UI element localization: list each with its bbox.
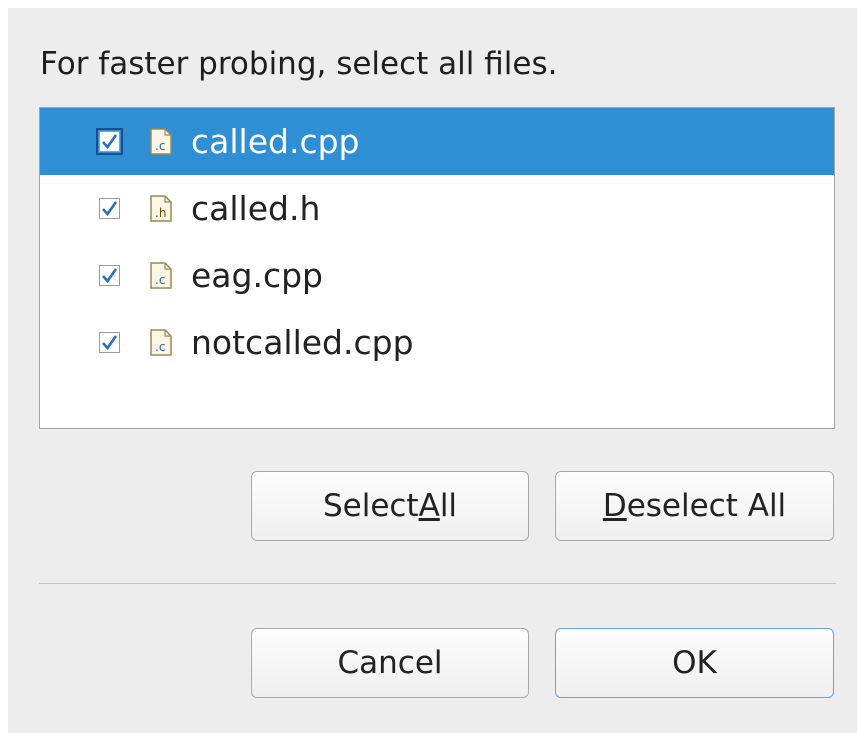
checkmark-icon <box>102 201 118 217</box>
file-row-called-cpp[interactable]: .c called.cpp <box>40 108 834 175</box>
file-row-called-h[interactable]: .h called.h <box>40 175 834 242</box>
select-all-button[interactable]: Select All <box>251 471 529 541</box>
c-source-file-icon: .c <box>150 262 172 289</box>
checkmark-icon <box>102 335 118 351</box>
button-label: eselect All <box>626 488 787 524</box>
checkmark-icon <box>102 134 118 150</box>
probe-files-dialog: For faster probing, select all files. .c… <box>8 8 857 733</box>
c-source-file-icon: .c <box>150 329 172 356</box>
file-name: eag.cpp <box>191 256 323 295</box>
svg-text:.c: .c <box>155 340 165 354</box>
file-name: called.h <box>191 189 321 228</box>
file-name: notcalled.cpp <box>191 323 414 362</box>
svg-text:.h: .h <box>155 206 166 220</box>
button-label: Select <box>322 488 419 524</box>
file-checkbox[interactable] <box>99 332 120 353</box>
file-checkbox[interactable] <box>99 198 120 219</box>
file-checkbox[interactable] <box>99 265 120 286</box>
svg-text:.c: .c <box>155 139 165 153</box>
file-checkbox[interactable] <box>96 128 123 155</box>
button-label: ll <box>439 488 458 524</box>
divider <box>39 583 836 584</box>
header-file-icon: .h <box>150 195 172 222</box>
file-row-notcalled-cpp[interactable]: .c notcalled.cpp <box>40 309 834 376</box>
file-name: called.cpp <box>191 122 360 161</box>
button-mnemonic: A <box>418 488 440 524</box>
instruction-text: For faster probing, select all files. <box>40 46 558 82</box>
ok-button[interactable]: OK <box>555 628 834 698</box>
svg-text:.c: .c <box>155 273 165 287</box>
file-row-eag-cpp[interactable]: .c eag.cpp <box>40 242 834 309</box>
button-mnemonic: D <box>602 488 627 524</box>
checkmark-icon <box>102 268 118 284</box>
cancel-button[interactable]: Cancel <box>251 628 529 698</box>
file-list[interactable]: .c called.cpp .h called.h .c eag.cpp .c … <box>39 107 835 429</box>
deselect-all-button[interactable]: Deselect All <box>555 471 834 541</box>
c-source-file-icon: .c <box>150 128 172 155</box>
